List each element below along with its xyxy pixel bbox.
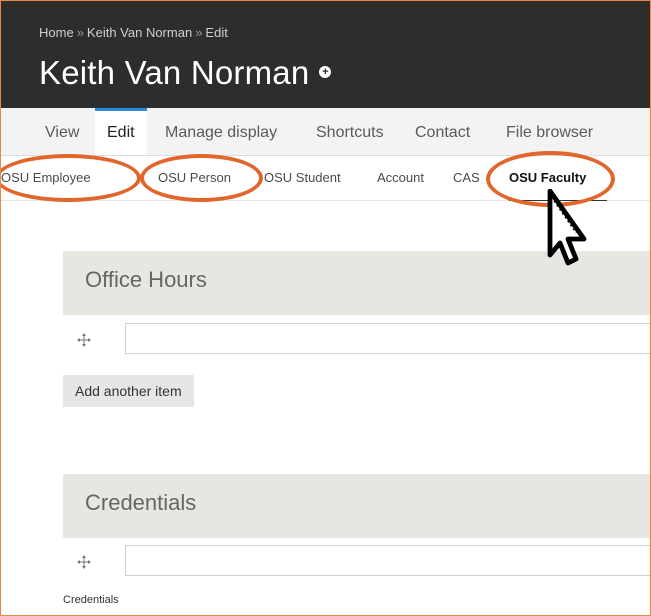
credentials-header: Credentials xyxy=(63,474,650,538)
breadcrumb-home-link[interactable]: Home xyxy=(39,25,74,40)
tab-manage-display[interactable]: Manage display xyxy=(165,108,277,155)
office-hours-title: Office Hours xyxy=(85,267,207,292)
tab-file-browser[interactable]: File browser xyxy=(506,108,593,155)
breadcrumb-separator: » xyxy=(195,25,203,40)
tab-shortcuts[interactable]: Shortcuts xyxy=(316,108,384,155)
mouse-pointer-icon xyxy=(547,189,587,266)
credentials-input[interactable] xyxy=(125,545,650,576)
office-hours-input[interactable] xyxy=(125,323,650,354)
tab-view[interactable]: View xyxy=(45,108,79,155)
highlight-ring-osu-person xyxy=(140,154,263,202)
breadcrumb: Home» Keith Van Norman» Edit xyxy=(39,25,228,40)
subtab-cas[interactable]: CAS xyxy=(453,156,480,200)
breadcrumb-current: Edit xyxy=(205,25,228,40)
primary-tabs: View Edit Manage display Shortcuts Conta… xyxy=(1,108,650,156)
drag-handle-icon[interactable] xyxy=(77,333,91,347)
credentials-description: Credentials xyxy=(63,594,119,606)
plus-circle-icon[interactable]: + xyxy=(319,66,332,79)
highlight-ring-osu-employee xyxy=(1,154,141,202)
page-title-text: Keith Van Norman xyxy=(39,54,310,91)
page-title: Keith Van Norman + xyxy=(39,49,332,97)
subtab-account[interactable]: Account xyxy=(377,156,424,200)
breadcrumb-person-link[interactable]: Keith Van Norman xyxy=(87,25,192,40)
breadcrumb-separator: » xyxy=(76,25,84,40)
tab-edit[interactable]: Edit xyxy=(95,108,147,155)
page-header: Home» Keith Van Norman» Edit Keith Van Nor… xyxy=(1,1,650,108)
drag-handle-icon[interactable] xyxy=(77,555,91,569)
tab-contact[interactable]: Contact xyxy=(415,108,470,155)
screenshot-frame: Home» Keith Van Norman» Edit Keith Van Nor… xyxy=(0,0,651,616)
add-another-item-button[interactable]: Add another item xyxy=(63,375,194,407)
credentials-title: Credentials xyxy=(85,490,197,515)
subtab-osu-student[interactable]: OSU Student xyxy=(264,156,341,200)
